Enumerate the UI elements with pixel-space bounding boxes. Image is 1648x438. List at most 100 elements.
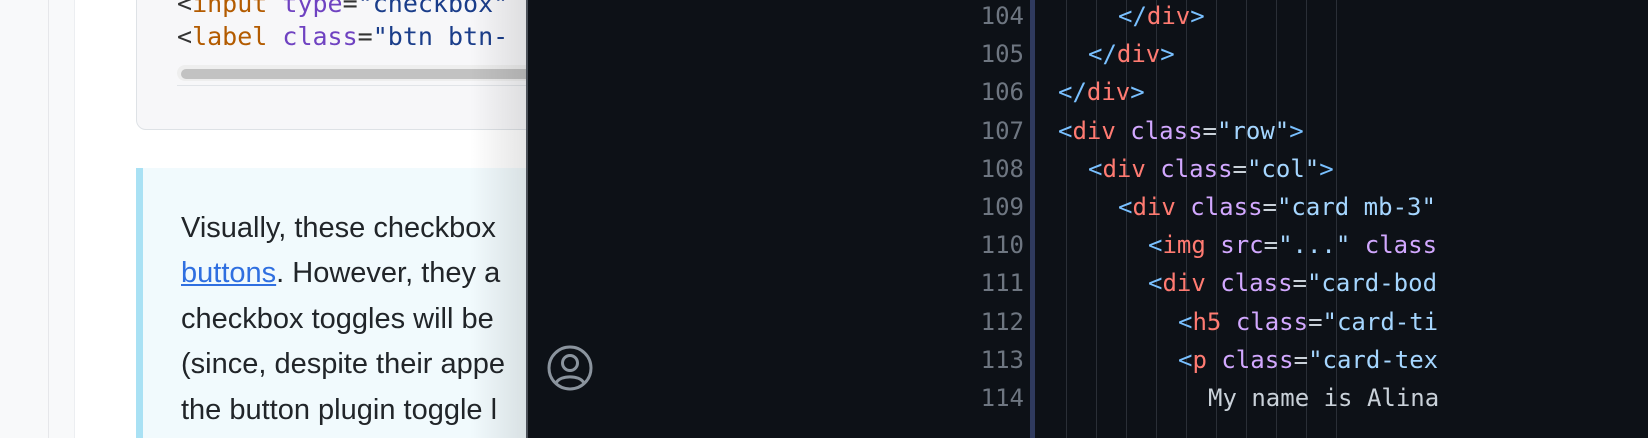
line-number: 112 [980, 307, 1024, 336]
code-line: <p class="card-tex [1178, 346, 1438, 374]
code-tag: div [1116, 40, 1161, 69]
account-button[interactable] [546, 344, 594, 392]
callout-text: the button plugin toggle l [181, 394, 498, 426]
code-bracket: </ [1088, 40, 1117, 69]
snippet-tag: label [192, 22, 268, 51]
code-line: <div class="card mb-3" [1118, 193, 1436, 221]
code-string: "..." [1278, 231, 1351, 260]
code-bracket: < [1118, 193, 1133, 221]
code-tag: div [1086, 78, 1131, 107]
callout-text: (since, despite their appe [181, 348, 506, 380]
code-bracket: > [1319, 154, 1334, 183]
code-tag: div [1102, 154, 1146, 183]
page-edge [48, 0, 49, 438]
code-bracket: < [1058, 116, 1073, 145]
line-number: 108 [980, 154, 1024, 183]
code-bracket: < [1178, 307, 1193, 336]
snippet-punct: = [357, 22, 373, 51]
code-attribute: src [1220, 231, 1264, 260]
code-bracket: > [1160, 40, 1175, 69]
code-equals: = [1263, 231, 1279, 260]
snippet-attr: type [282, 0, 343, 18]
code-tag: div [1072, 116, 1116, 145]
snippet-tag: input [192, 0, 268, 18]
code-line: <h5 class="card-ti [1178, 308, 1438, 336]
code-tag: p [1192, 345, 1207, 374]
code-equals: = [1262, 193, 1277, 221]
snippet-punct: < [177, 22, 193, 51]
code-equals: = [1292, 269, 1307, 298]
code-attribute: class [1235, 307, 1309, 336]
code-attribute: class [1160, 154, 1233, 183]
callout-text-fragment: . However, they a [276, 257, 501, 289]
snippet-line: <input type="checkbox" [177, 0, 508, 18]
code-tag: div [1162, 269, 1206, 298]
code-tag: h5 [1192, 307, 1222, 336]
code-tag: img [1162, 231, 1206, 260]
line-number: 106 [980, 78, 1024, 107]
code-string: "col" [1246, 154, 1320, 183]
code-bracket: < [1148, 231, 1163, 260]
code-bracket: < [1148, 269, 1163, 298]
snippet-attr: class [282, 22, 358, 51]
code-text: My name is Alina [1208, 384, 1440, 412]
code-string: "card-bod [1306, 269, 1438, 298]
callout-text: Visually, these checkbox [181, 212, 496, 244]
code-tag: div [1146, 2, 1191, 30]
overlay-shadow [470, 0, 526, 438]
code-attribute: class [1220, 269, 1293, 298]
code-string: "row" [1216, 116, 1290, 145]
line-number: 104 [980, 2, 1024, 30]
gutter-divider [1030, 0, 1035, 438]
code-equals: = [1202, 116, 1217, 145]
code-area[interactable]: </div> </div> </div> <div class="row"> <div … [1058, 0, 1648, 438]
snippet-punct: < [177, 0, 193, 18]
code-attribute: class [1221, 345, 1294, 374]
code-line: My name is Alina [1208, 384, 1439, 412]
code-tag: div [1132, 193, 1176, 221]
code-string: "card-tex [1308, 345, 1439, 374]
code-bracket: </ [1118, 2, 1147, 30]
account-icon [547, 345, 593, 391]
code-equals: = [1293, 345, 1309, 374]
code-attribute: class [1364, 231, 1438, 260]
code-line: <div class="card-bod [1148, 269, 1437, 297]
code-editor: 104 105 106 107 108 109 110 111 112 113 114 </div>… [526, 0, 1648, 438]
line-number-gutter: 104 105 106 107 108 109 110 111 112 113 114 [964, 0, 1024, 438]
code-line: </div> [1088, 40, 1175, 68]
code-line: <div class="col"> [1088, 155, 1334, 183]
line-number: 107 [980, 116, 1024, 145]
code-line: <img src="..." class [1148, 231, 1437, 259]
documentation-page: <input type="checkbox" <label class="btn… [0, 0, 560, 438]
indent-guide [1066, 0, 1067, 438]
code-line: <div class="row"> [1058, 117, 1304, 145]
code-line: </div> [1118, 2, 1205, 30]
code-equals: = [1232, 154, 1247, 183]
line-number: 105 [980, 40, 1024, 69]
line-number: 111 [980, 269, 1024, 298]
editor-border [526, 0, 528, 438]
code-string: "card-ti [1322, 307, 1439, 336]
code-line: </div> [1058, 78, 1145, 106]
line-number: 109 [980, 193, 1024, 221]
line-number: 113 [980, 345, 1024, 374]
buttons-link[interactable]: buttons [181, 257, 276, 289]
code-bracket: < [1178, 345, 1193, 374]
code-attribute: class [1190, 193, 1263, 221]
code-bracket: </ [1058, 78, 1087, 107]
callout-text: buttons. However, they a [181, 257, 500, 290]
code-bracket: > [1289, 116, 1304, 145]
line-number: 114 [980, 384, 1024, 412]
code-equals: = [1308, 307, 1323, 336]
snippet-punct: = [342, 0, 358, 18]
code-string: "card mb-3" [1276, 193, 1436, 221]
line-number: 110 [980, 231, 1024, 260]
